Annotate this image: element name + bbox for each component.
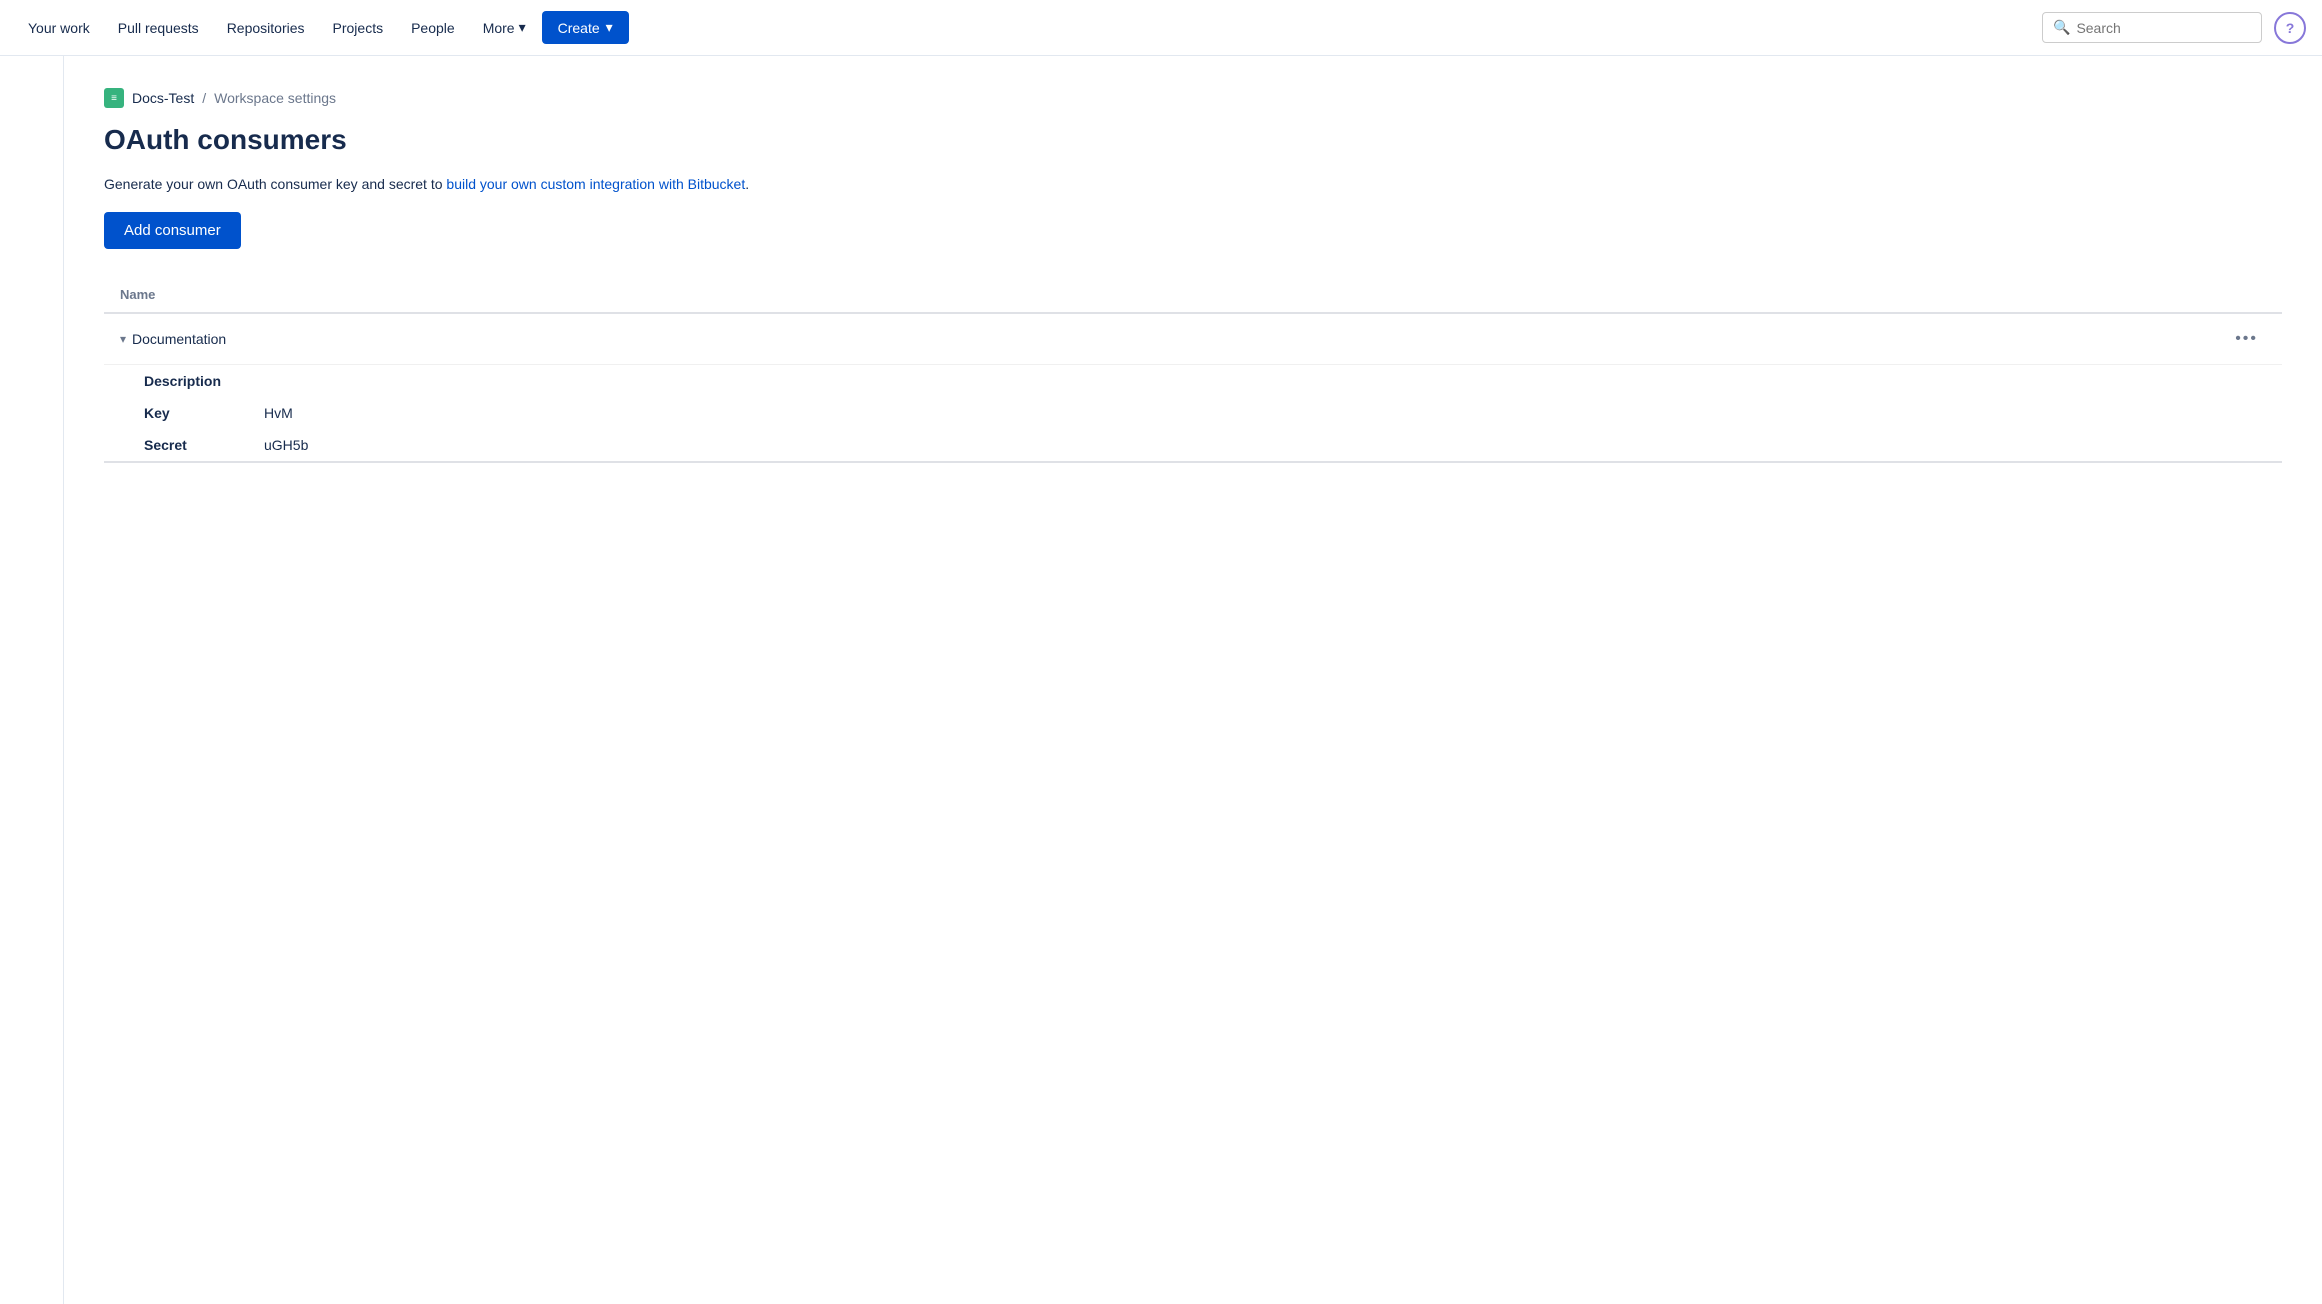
description-text-end: . [745,176,749,192]
workspace-icon: ≡ [104,88,124,108]
nav-left: Your work Pull requests Repositories Pro… [16,11,629,44]
main-content: ≡ Docs-Test / Workspace settings OAuth c… [64,56,2322,1304]
detail-secret-row: Secret uGH5b [104,429,2282,461]
key-label: Key [144,405,264,421]
nav-your-work[interactable]: Your work [16,12,102,44]
breadcrumb-current: Workspace settings [214,90,336,106]
detail-key-row: Key HvM [104,397,2282,429]
page-title: OAuth consumers [104,124,2282,156]
page-description: Generate your own OAuth consumer key and… [104,176,2282,192]
chevron-down-icon: ▾ [519,19,526,36]
breadcrumb-separator: / [202,90,206,106]
secret-value: uGH5b [264,437,308,453]
search-input[interactable] [2076,20,2251,36]
consumer-detail-section: Description Key HvM Secret uGH5b [104,365,2282,463]
consumer-row-header[interactable]: ▾ Documentation ••• [104,314,2282,365]
sidebar [0,56,64,1304]
breadcrumb: ≡ Docs-Test / Workspace settings [104,88,2282,108]
table-header-row: Name [104,277,2282,313]
consumer-name: Documentation [132,331,226,347]
help-button[interactable]: ? [2274,12,2306,44]
consumers-table: Name ▾ Documentation ••• Description [104,277,2282,463]
nav-right: 🔍 ? [2042,12,2306,44]
nav-people[interactable]: People [399,12,467,44]
key-value: HvM [264,405,293,421]
consumer-actions-menu[interactable]: ••• [2227,326,2266,352]
nav-projects[interactable]: Projects [321,12,396,44]
secret-label: Secret [144,437,264,453]
breadcrumb-workspace[interactable]: Docs-Test [132,90,194,106]
description-label: Description [144,373,264,389]
description-link[interactable]: build your own custom integration with B… [446,176,745,192]
create-button[interactable]: Create ▾ [542,11,629,44]
nav-pull-requests[interactable]: Pull requests [106,12,211,44]
detail-description-row: Description [104,365,2282,397]
description-text-start: Generate your own OAuth consumer key and… [104,176,446,192]
add-consumer-button[interactable]: Add consumer [104,212,241,249]
search-icon: 🔍 [2053,19,2070,36]
navbar: Your work Pull requests Repositories Pro… [0,0,2322,56]
nav-repositories[interactable]: Repositories [215,12,317,44]
name-column-header: Name [104,277,2282,313]
nav-more[interactable]: More ▾ [471,11,538,44]
chevron-down-icon: ▾ [120,332,126,346]
chevron-down-icon: ▾ [606,19,613,36]
consumers-body: ▾ Documentation ••• Description Key HvM [104,313,2282,463]
page-layout: ≡ Docs-Test / Workspace settings OAuth c… [0,56,2322,1304]
table-row: ▾ Documentation ••• Description Key HvM [104,313,2282,463]
search-box[interactable]: 🔍 [2042,12,2262,43]
